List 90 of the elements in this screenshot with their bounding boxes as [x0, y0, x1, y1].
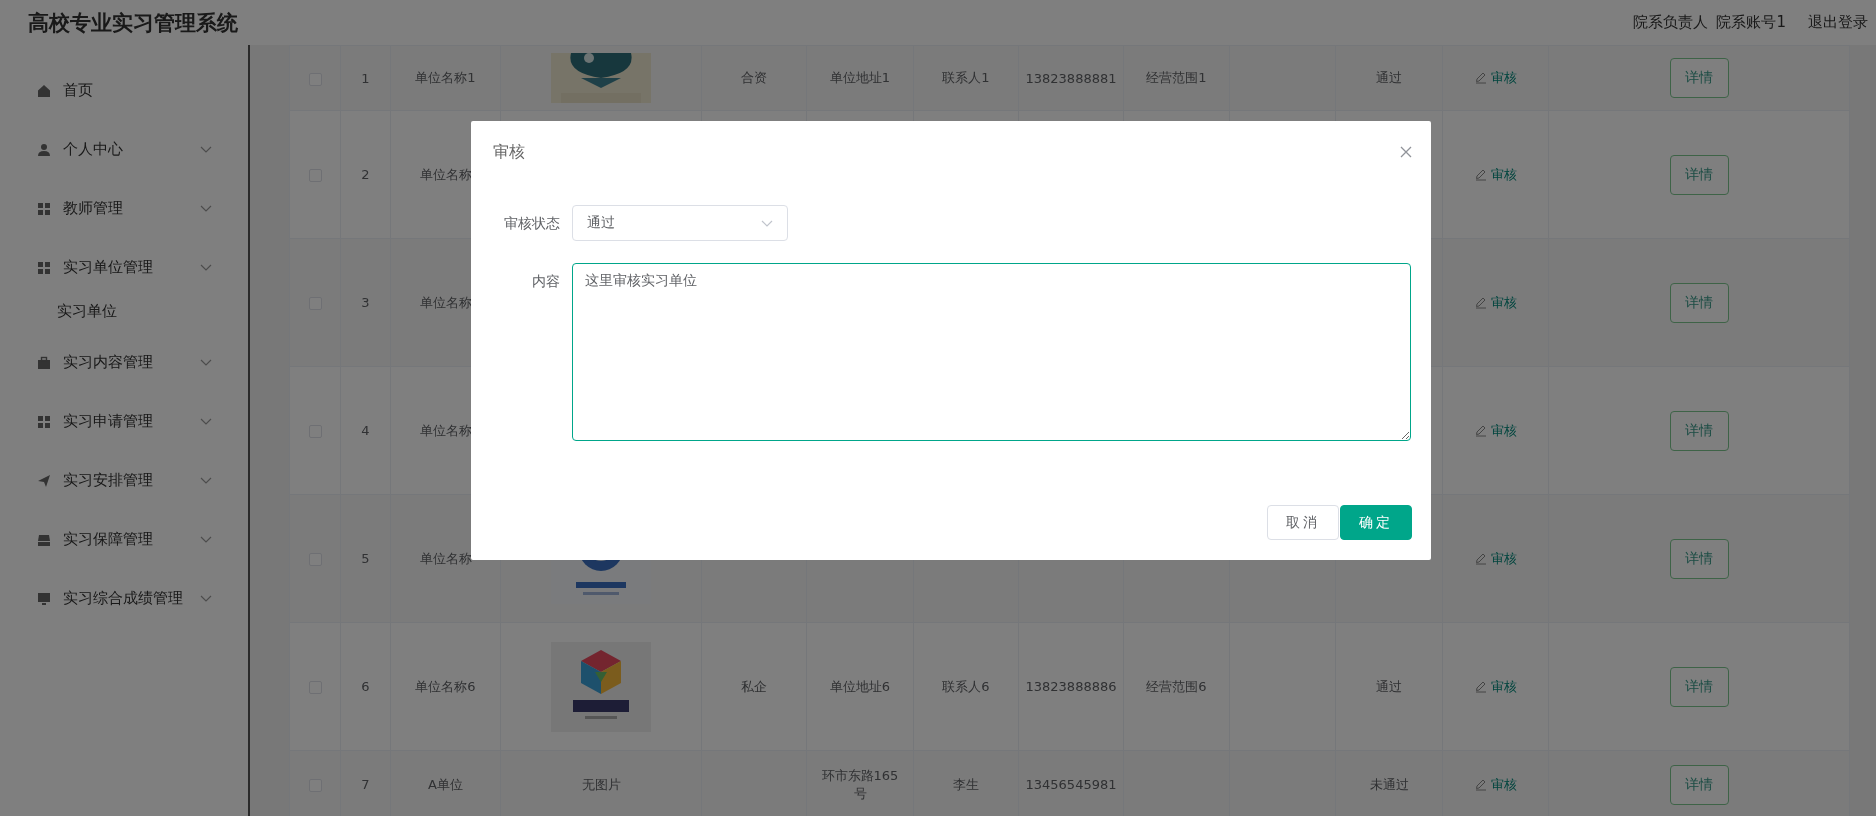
status-select[interactable]: 通过: [572, 205, 788, 241]
table-cell: 单位名称: [419, 293, 472, 312]
review-link[interactable]: 审核: [1474, 775, 1517, 794]
dialog-title: 审核: [493, 141, 525, 163]
pencil-icon: [1474, 424, 1486, 437]
table-cell: 单位地址6: [829, 677, 891, 696]
table-cell: 13823888881: [1025, 70, 1117, 86]
app-title: 高校专业实习管理系统: [28, 9, 239, 37]
table-cell: 4: [361, 423, 370, 438]
content-field[interactable]: 这里审核实习单位: [572, 263, 1411, 441]
table-cell: 私企: [741, 677, 767, 696]
form-label: 审核状态: [503, 214, 560, 233]
table-cell: 合资: [741, 69, 767, 87]
sidebar-item[interactable]: 首页: [0, 61, 248, 120]
sidebar-item[interactable]: 教师管理: [0, 179, 248, 238]
sidebar-item[interactable]: 实习保障管理: [0, 510, 248, 569]
sidebar-item[interactable]: 实习内容管理: [0, 333, 248, 392]
table-cell: 单位名称: [419, 421, 472, 440]
details-button[interactable]: 详情: [1669, 58, 1729, 98]
pencil-icon: [1474, 296, 1486, 309]
form-label: 内容: [531, 272, 560, 291]
table-cell: 通过: [1376, 69, 1402, 87]
account-name: 院系账号1: [1716, 13, 1786, 32]
chevron-down-icon: [200, 146, 212, 153]
pencil-icon: [1474, 168, 1486, 181]
chevron-down-icon: [761, 219, 773, 227]
table-cell: 2: [361, 167, 370, 182]
chevron-down-icon: [200, 595, 212, 602]
pencil-icon: [1474, 552, 1486, 565]
tray-icon: [37, 532, 51, 547]
chevron-down-icon: [200, 359, 212, 366]
user-role: 院系负责人: [1633, 13, 1709, 32]
details-button[interactable]: 详情: [1669, 538, 1729, 579]
confirm-button[interactable]: 确定: [1340, 505, 1412, 540]
logout-link[interactable]: 退出登录: [1808, 13, 1868, 32]
table-cell: 未通过: [1369, 775, 1409, 794]
sidebar-item[interactable]: 实习综合成绩管理: [0, 569, 248, 628]
review-link[interactable]: 审核: [1474, 677, 1517, 696]
table-cell: 3: [361, 295, 370, 310]
table-cell: 单位名称1: [415, 69, 476, 87]
table-cell: 通过: [1376, 677, 1402, 696]
review-link[interactable]: 审核: [1474, 293, 1517, 312]
pencil-icon: [1474, 72, 1486, 84]
table-cell: 13823888886: [1025, 679, 1117, 694]
table-cell: 环市东路165号: [820, 766, 900, 803]
chevron-down-icon: [200, 264, 212, 271]
review-link[interactable]: 审核: [1474, 165, 1517, 184]
table-cell: 13456545981: [1025, 777, 1117, 792]
details-button[interactable]: 详情: [1669, 282, 1729, 323]
review-link[interactable]: 审核: [1474, 421, 1517, 440]
cancel-button[interactable]: 取消: [1267, 505, 1339, 540]
table-cell: 7: [361, 777, 370, 792]
table-cell: 单位名称: [419, 549, 472, 568]
grid-icon: [37, 414, 51, 429]
chevron-down-icon: [200, 205, 212, 212]
paper-plane-icon: [37, 473, 51, 488]
table-cell: 单位名称: [419, 165, 472, 184]
table-cell: 经营范围6: [1146, 677, 1207, 696]
table-cell: 1: [361, 70, 370, 86]
close-button[interactable]: [1400, 146, 1412, 158]
chevron-down-icon: [200, 477, 212, 484]
table-cell: A单位: [428, 775, 463, 794]
pencil-icon: [1474, 680, 1486, 693]
review-link[interactable]: 审核: [1474, 549, 1517, 568]
details-button[interactable]: 详情: [1669, 154, 1729, 195]
table-cell: 无图片: [581, 775, 621, 794]
sidebar-item[interactable]: 实习申请管理: [0, 392, 248, 451]
sidebar-item[interactable]: 个人中心: [0, 120, 248, 179]
home-icon: [37, 83, 51, 98]
table-cell: 经营范围1: [1146, 69, 1207, 87]
details-button[interactable]: 详情: [1669, 764, 1729, 805]
details-button[interactable]: 详情: [1669, 666, 1729, 707]
chevron-down-icon: [200, 536, 212, 543]
sidebar-item[interactable]: 实习安排管理: [0, 451, 248, 510]
chevron-down-icon: [200, 418, 212, 425]
table-cell: 单位名称6: [415, 677, 476, 696]
pencil-icon: [1474, 778, 1486, 791]
table-cell: 李生: [953, 775, 979, 794]
grid-icon: [37, 201, 51, 216]
table-cell: 联系人6: [942, 677, 990, 696]
review-link[interactable]: 审核: [1474, 69, 1517, 87]
details-button[interactable]: 详情: [1669, 410, 1729, 451]
table-cell: 单位地址1: [829, 69, 891, 87]
table-cell: 5: [361, 551, 370, 566]
user-icon: [37, 142, 51, 157]
table-cell: 联系人1: [942, 69, 990, 87]
grid-icon: [37, 260, 51, 275]
table-cell: 6: [361, 679, 370, 694]
briefcase-icon: [37, 355, 51, 370]
monitor-icon: [37, 591, 51, 606]
